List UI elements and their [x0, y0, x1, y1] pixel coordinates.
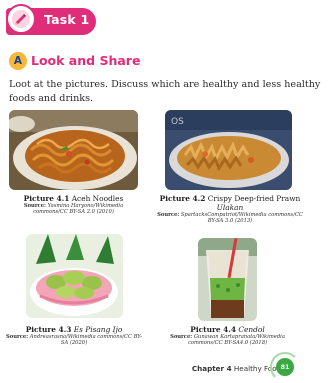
pencil-icon: [12, 10, 30, 28]
caption-title: Aceh Noodles: [71, 194, 124, 203]
caption-picture-2: Picture 4.2 Crispy Deep-fried Prawn Ulak…: [155, 194, 305, 225]
picture-crispy-prawn: OS: [165, 110, 292, 190]
section-title: Look and Share: [31, 53, 141, 68]
caption-title-italic: Ulakan: [216, 203, 244, 212]
picture-aceh-noodles: [9, 110, 138, 190]
caption-title-italic: Es Pisang Ijo: [73, 325, 123, 334]
caption-label: Picture 4.3: [25, 325, 72, 334]
section-badge-letter: A: [13, 55, 23, 67]
caption-picture-3: Picture 4.3 Es Pisang Ijo Source: Andrea…: [4, 325, 144, 347]
caption-source: Andreasrasna/Wikimedia commons/CC BY-SA …: [29, 334, 142, 347]
caption-label: Picture 4.2: [159, 194, 206, 203]
caption-picture-4: Picture 4.4 Cendol Source: Gunawan Karta…: [155, 325, 300, 347]
task-title: Task 1: [44, 12, 90, 27]
caption-label: Picture 4.4: [190, 325, 236, 334]
caption-source: SpartacksCompatriot/Wikimedia commons/CC…: [180, 212, 303, 225]
svg-text:OS: OS: [171, 117, 184, 127]
footer-chapter-number: Chapter 4: [191, 364, 232, 373]
caption-title: Crispy Deep-fried Prawn: [207, 194, 301, 203]
caption-source: Yasmina Haryono/Wikimedia commons/CC BY-…: [33, 203, 124, 216]
page-number: 81: [276, 358, 294, 376]
task-icon-badge: [6, 4, 36, 34]
picture-es-pisang-ijo: [26, 234, 123, 318]
intro-paragraph: Loot at the pictures. Discuss which are …: [9, 79, 321, 104]
picture-cendol: [198, 238, 257, 321]
section-badge: A: [9, 52, 27, 70]
caption-label: Picture 4.1: [23, 194, 70, 203]
caption-source: Gunawan Kartapranata/Wikimedia commons/C…: [187, 334, 285, 347]
source-label: Source:: [6, 334, 29, 340]
source-label: Source:: [157, 212, 180, 218]
caption-picture-1: Picture 4.1 Aceh Noodles Source: Yasmina…: [9, 194, 138, 216]
caption-title-italic: Cendol: [238, 325, 265, 334]
